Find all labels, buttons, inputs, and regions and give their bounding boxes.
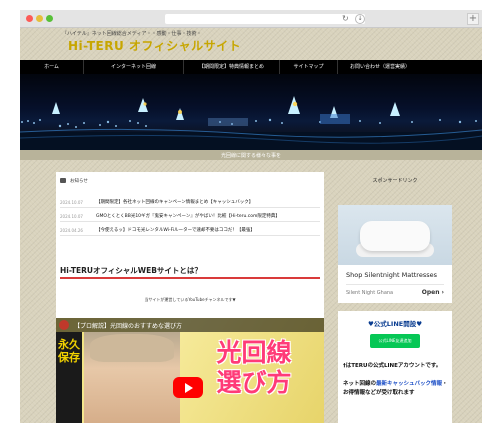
hero-caption: 光回線に関する様々な事を (220, 153, 281, 159)
line-benefits-text: ネット回線の最新キャッシュバック情報・お得情報などが受け取れます (343, 380, 449, 398)
ad-title[interactable]: Shop Silentnight Mattresses (346, 271, 437, 279)
sponsor-heading: スポンサードリンク (372, 178, 418, 184)
section-title: Hi-TERUオフィシャルWEBサイトとは？ (60, 266, 202, 275)
news-item[interactable]: 2024.10.07 【期間限定】各社ネット回線のキャンペーン情報まとめ【キャッ… (60, 196, 320, 208)
nav-item-campaigns[interactable]: 【期間限定】特典情報まとめ (184, 60, 280, 74)
channel-avatar[interactable] (59, 320, 69, 330)
news-title-link[interactable]: GMOとくとくBB光10ギガ『鬼安キャンペーン』がやばい！比較【Hi-teru.… (96, 213, 280, 219)
cashback-info-link[interactable]: 最新キャッシュバック情報 (376, 381, 442, 387)
ad-open-button[interactable]: Open › (422, 289, 444, 296)
megaphone-icon (60, 178, 66, 183)
maximize-window-icon[interactable] (46, 15, 53, 22)
news-date: 2024.10.07 (60, 214, 83, 219)
video-headline-line-2: 選び方 (216, 368, 292, 397)
nav-item-sitemap[interactable]: サイトマップ (280, 60, 338, 74)
news-item[interactable]: 2024.10.07 GMOとくとくBB光10ギガ『鬼安キャンペーン』がやばい！… (60, 210, 320, 222)
section-subtitle: 当サイトが運営しているYouTubeチャンネルです▼ (144, 297, 236, 302)
nav-item-contact[interactable]: お問い合わせ（運営実績） (338, 60, 422, 74)
video-title-bar: 【プロ解説】光回線のおすすめな選び方 (56, 318, 324, 332)
ad-open-label: Open (421, 289, 440, 296)
video-headline-line-1: 光回線 (216, 338, 292, 367)
reload-icon[interactable]: ↻ (342, 13, 349, 24)
line-widget-title: ♥公式LINE開設♥ (367, 320, 423, 328)
download-icon[interactable]: ↓ (355, 14, 365, 24)
ad-image[interactable] (338, 205, 452, 265)
line-widget: ♥公式LINE開設♥ 公式LINE友達追加 †はTERUの公式LINEアカウント… (338, 311, 452, 423)
play-button-icon[interactable] (173, 377, 203, 398)
nav-item-internet-line[interactable]: インターネット回線 (84, 60, 184, 74)
ad-brand: Silent Night Ghana (346, 290, 394, 296)
presenter-hair (90, 334, 174, 362)
hero-image (20, 74, 482, 150)
night-illumination-scene (20, 96, 482, 150)
video-thumbnail-left-text: 永久保存 (58, 338, 80, 364)
minimize-window-icon[interactable] (36, 15, 43, 22)
new-tab-icon[interactable]: + (467, 13, 479, 25)
section-title-underline (60, 277, 320, 279)
video-thumbnail-left-panel: 永久保存 (56, 332, 82, 423)
close-window-icon[interactable] (26, 15, 33, 22)
line-add-friend-button[interactable]: 公式LINE友達追加 (370, 334, 420, 348)
web-page: 『ハイテル』ネット回線総合メディア・・感動・仕事・技術・ Hi-TERU オフィ… (20, 28, 482, 423)
nav-item-home[interactable]: ホーム (20, 60, 84, 74)
news-date: 2024.04.26 (60, 228, 83, 233)
site-tagline: 『ハイテル』ネット回線総合メディア・・感動・仕事・技術・ (62, 31, 202, 37)
line-description: †はTERUの公式LINEアカウントです。 (343, 363, 442, 369)
news-heading: お知らせ (60, 178, 88, 184)
news-heading-label: お知らせ (70, 179, 88, 184)
browser-toolbar: ↻ ↓ + (20, 10, 482, 28)
sponsored-ad[interactable]: Shop Silentnight Mattresses Silent Night… (338, 205, 452, 303)
news-item[interactable]: 2024.04.26 【今使えるッ】ドコモ光レンタルWi-Fiルーターで速却不要… (60, 224, 320, 236)
news-title-link[interactable]: 【今使えるッ】ドコモ光レンタルWi-Fiルーターで速却不要はココだ！【最強】 (96, 227, 255, 233)
pillow-shape (360, 221, 430, 251)
video-thumbnail-headline: 光回線 選び方 (186, 338, 322, 398)
site-header: 『ハイテル』ネット回線総合メディア・・感動・仕事・技術・ Hi-TERU オフィ… (20, 28, 482, 60)
chevron-right-icon: › (441, 289, 444, 296)
site-logo[interactable]: Hi-TERU オフィシャルサイト (68, 37, 241, 54)
line-benefits-prefix: ネット回線の (343, 381, 377, 387)
news-date: 2024.10.07 (60, 200, 83, 205)
main-navigation: ホーム インターネット回線 【期間限定】特典情報まとめ サイトマップ お問い合わ… (20, 60, 482, 74)
news-title-link[interactable]: 【期間限定】各社ネット回線のキャンペーン情報まとめ【キャッシュバック】 (96, 199, 253, 205)
main-content: お知らせ 2024.10.07 【期間限定】各社ネット回線のキャンペーン情報まと… (56, 172, 324, 423)
ad-divider (346, 284, 444, 285)
video-title[interactable]: 【プロ解説】光回線のおすすめな選び方 (74, 321, 182, 330)
address-bar[interactable] (165, 14, 365, 24)
youtube-video-embed[interactable]: 永久保存 光回線 選び方 【プロ解説】光回線のおすすめな選び方 (56, 318, 324, 423)
